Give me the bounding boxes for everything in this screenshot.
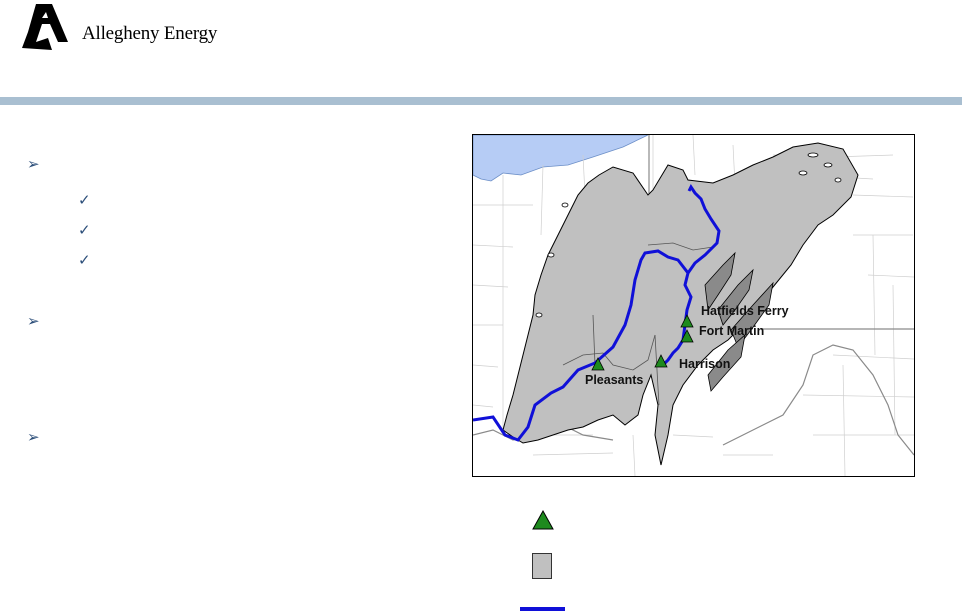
blue-line-icon [520,607,565,611]
company-logo: Allegheny Energy [22,2,232,52]
plant-label-hatfields-ferry: Hatfields Ferry [701,304,789,318]
arrow-bullet-icon: ➢ [27,156,40,173]
plant-label-fort-martin: Fort Martin [699,324,764,338]
gray-square-icon [532,553,552,579]
plant-label-pleasants: Pleasants [585,373,643,387]
checkmark-icon: ✓ [78,222,91,239]
coal-region-map: Hatfields Ferry Fort Martin Harrison Ple… [472,134,915,477]
arrow-bullet-icon: ➢ [27,429,40,446]
company-name: Allegheny Energy [82,23,218,44]
plant-label-harrison: Harrison [679,357,730,371]
green-triangle-icon [532,510,554,530]
arrow-bullet-icon: ➢ [27,313,40,330]
coal-region [502,142,859,466]
header-divider [0,97,962,105]
checkmark-icon: ✓ [78,252,91,269]
allegheny-a-logo-icon [22,4,68,50]
checkmark-icon: ✓ [78,192,91,209]
